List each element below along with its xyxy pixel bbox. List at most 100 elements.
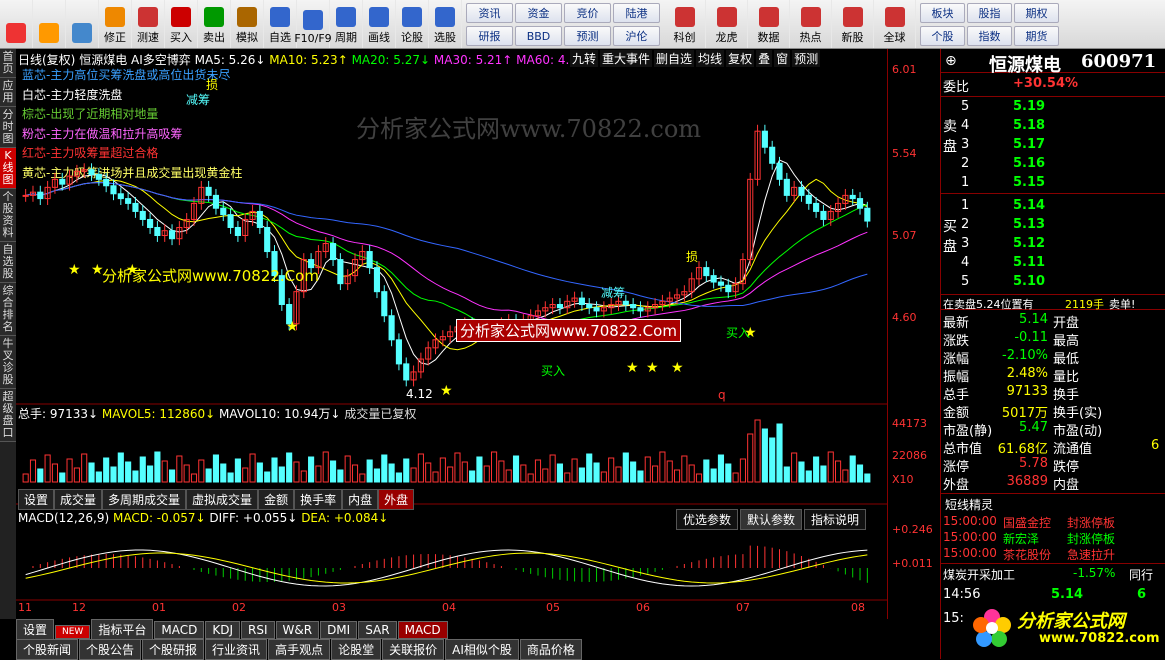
left-tab-2[interactable]: 分时图 — [0, 107, 16, 148]
info-tab-0[interactable]: 个股新闻 — [16, 639, 79, 660]
toolbar-button-4[interactable]: 测速 — [132, 0, 165, 48]
volume-bar — [761, 428, 768, 483]
toolbar-grid-item[interactable]: 沪伦 — [613, 26, 660, 46]
info-tab-2[interactable]: 个股研报 — [142, 639, 205, 660]
indicator-tab-4[interactable]: KDJ — [205, 621, 240, 639]
toolbar-button-12[interactable]: 论股 — [396, 0, 429, 48]
volume-bar — [168, 469, 176, 483]
quote-value: -2.10% — [1002, 348, 1048, 363]
candle — [593, 301, 600, 318]
toolbar-button2-1[interactable]: 龙虎 — [706, 0, 748, 48]
left-tab-1[interactable]: 应用 — [0, 78, 16, 107]
toolbar-button-11[interactable]: 画线 — [363, 0, 396, 48]
indicator-tab-9[interactable]: MACD — [397, 621, 448, 639]
toolbar-button-7[interactable]: 模拟 — [231, 0, 264, 48]
calendar-icon — [336, 7, 356, 27]
toolbar-grid-item[interactable]: 期权 — [1014, 3, 1059, 23]
toolbar-button2-2[interactable]: 数据 — [748, 0, 790, 48]
toolbar-grid-item[interactable]: 股指 — [967, 3, 1012, 23]
volume-bar — [476, 456, 483, 483]
volume-tab-1[interactable]: 成交量 — [54, 489, 103, 510]
volume-bar — [381, 454, 388, 483]
sector-more[interactable]: 同行 — [1129, 566, 1153, 583]
toolbar-grid-item[interactable]: 个股 — [920, 26, 965, 46]
news-item[interactable]: 15:00:00 茶花股份 急速拉升 — [941, 546, 1165, 562]
toolbar-grid-item[interactable]: 竞价 — [564, 3, 611, 23]
chart-annotation: 损 — [206, 78, 218, 92]
news-item[interactable]: 15:00:00 国盛金控 封涨停板 — [941, 514, 1165, 530]
kline-chart-area[interactable]: 日线(复权) 恒源煤电 AI多空博弈 MA5: 5.26↓ MA10: 5.23… — [16, 49, 887, 619]
toolbar-button-1[interactable] — [33, 0, 66, 48]
toolbar-grid-item[interactable]: 指数 — [967, 26, 1012, 46]
info-tab-8[interactable]: 商品价格 — [519, 639, 582, 660]
left-tab-7[interactable]: 牛叉诊股 — [0, 336, 16, 389]
volume-tab-0[interactable]: 设置 — [18, 489, 55, 510]
toolbar-button2-3[interactable]: 热点 — [790, 0, 832, 48]
sector-row[interactable]: 煤炭开采加工 -1.57% 同行 — [941, 563, 1165, 583]
toolbar-button2-4[interactable]: 新股 — [832, 0, 874, 48]
macd-btn-1[interactable]: 默认参数 — [740, 509, 803, 530]
hot-icon — [800, 7, 821, 27]
toolbar-button-3[interactable]: 修正 — [99, 0, 132, 48]
left-tab-6[interactable]: 综合排名 — [0, 283, 16, 336]
left-tab-0[interactable]: 首页 — [0, 49, 16, 78]
volume-tab-6[interactable]: 内盘 — [342, 489, 379, 510]
toolbar-button-2[interactable] — [66, 0, 99, 48]
info-tab-3[interactable]: 行业资讯 — [205, 639, 268, 660]
sell-level: 2 — [961, 156, 970, 171]
indicator-tab-5[interactable]: RSI — [241, 621, 275, 639]
toolbar-button-9[interactable]: F10/F9 — [294, 0, 332, 48]
toolbar-grid-item[interactable]: 预测 — [564, 26, 611, 46]
volume-bar — [835, 460, 842, 483]
volume-bar — [725, 463, 732, 483]
buy-orderbook: 1 5.14 2 5.13 3 5.12 4 5.11 5 5.10 — [941, 196, 1165, 294]
volume-tab-2[interactable]: 多周期成交量 — [102, 489, 187, 510]
indicator-tab-8[interactable]: SAR — [358, 621, 397, 639]
indicator-tab-0[interactable]: 设置 — [16, 619, 55, 640]
left-tab-3[interactable]: K线图 — [0, 148, 16, 189]
macd-btn-0[interactable]: 优选参数 — [676, 509, 739, 530]
toolbar-grid-item[interactable]: 资讯 — [466, 3, 513, 23]
info-tab-6[interactable]: 关联报价 — [382, 639, 445, 660]
indicator-tab-1[interactable]: NEW — [55, 625, 91, 639]
indicator-tab-2[interactable]: 指标平台 — [91, 619, 154, 640]
toolbar-button-10[interactable]: 周期 — [330, 0, 363, 48]
volume-bar — [66, 458, 73, 483]
star-icon: ★ — [671, 360, 684, 376]
sell-row: 3 5.17 — [941, 137, 1165, 155]
volume-tab-5[interactable]: 换手率 — [294, 489, 343, 510]
candle — [205, 180, 212, 202]
toolbar-button2-0[interactable]: 科创 — [664, 0, 706, 48]
toolbar-grid-item[interactable]: BBD — [515, 26, 562, 46]
toolbar-button-13[interactable]: 选股 — [429, 0, 462, 48]
toolbar-button-8[interactable]: 自选 — [264, 0, 297, 48]
toolbar-grid-item[interactable]: 期货 — [1014, 26, 1059, 46]
left-tab-8[interactable]: 超级盘口 — [0, 389, 16, 442]
toolbar-label: 选股 — [434, 31, 456, 44]
toolbar-button2-5[interactable]: 全球 — [874, 0, 916, 48]
info-tab-4[interactable]: 高手观点 — [268, 639, 331, 660]
toolbar-button-0[interactable] — [0, 0, 33, 48]
indicator-tab-7[interactable]: DMI — [320, 621, 358, 639]
left-tab-4[interactable]: 个股资料 — [0, 189, 16, 242]
toolbar-grid-item[interactable]: 陆港 — [613, 3, 660, 23]
volume-tab-4[interactable]: 金额 — [258, 489, 295, 510]
toolbar-button-5[interactable]: 买入 — [165, 0, 198, 48]
info-tab-5[interactable]: 论股堂 — [331, 639, 382, 660]
indicator-tab-6[interactable]: W&R — [275, 621, 320, 639]
toolbar-grid-item[interactable]: 资金 — [515, 3, 562, 23]
toolbar-grid-item[interactable]: 板块 — [920, 3, 965, 23]
info-tab-7[interactable]: AI相似个股 — [445, 639, 519, 660]
toolbar-button-6[interactable]: 卖出 — [198, 0, 231, 48]
volume-header: 总手: 97133↓ MAVOL5: 112860↓ MAVOL10: 10.9… — [18, 405, 416, 422]
volume-tab-7[interactable]: 外盘 — [378, 489, 415, 510]
macd-btn-2[interactable]: 指标说明 — [804, 509, 867, 530]
news-item[interactable]: 15:00:00 新宏泽 封涨停板 — [941, 530, 1165, 546]
toolbar-grid-item[interactable]: 研报 — [466, 26, 513, 46]
quote-key: 外盘 — [943, 478, 970, 493]
volume-tab-3[interactable]: 虚拟成交量 — [186, 489, 259, 510]
volume-bar — [132, 470, 139, 483]
info-tab-1[interactable]: 个股公告 — [79, 639, 142, 660]
indicator-tab-3[interactable]: MACD — [154, 621, 205, 639]
left-tab-5[interactable]: 自选股 — [0, 242, 16, 283]
